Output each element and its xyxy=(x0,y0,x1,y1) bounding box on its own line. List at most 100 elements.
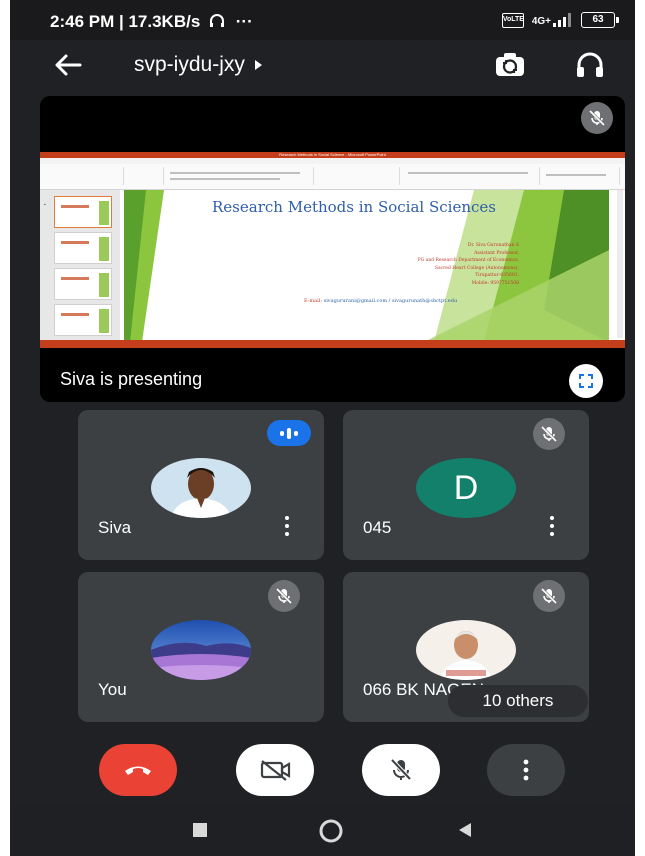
mic-off-icon xyxy=(588,109,606,127)
email-label: E-mail: xyxy=(304,298,323,304)
camera-switch-icon xyxy=(496,53,524,76)
slide-title: Research Methods in Social Sciences xyxy=(212,198,496,216)
ribbon-controls xyxy=(546,174,606,176)
mic-off-icon xyxy=(275,587,293,605)
mic-toggle-button[interactable] xyxy=(362,744,440,796)
ribbon-group xyxy=(540,167,620,185)
author-line: PG and Research Department of Economics, xyxy=(417,258,519,264)
participant-mic-status xyxy=(533,580,565,612)
end-call-button[interactable] xyxy=(99,744,177,796)
menu-dot xyxy=(285,524,289,528)
ribbon-controls xyxy=(170,172,300,174)
square-icon xyxy=(193,823,207,837)
author-line: Dr. Siva Gurunathan S xyxy=(467,243,519,248)
presenter-mic-status xyxy=(581,102,613,134)
others-button[interactable]: 10 others xyxy=(448,685,588,717)
phone-hangup-icon xyxy=(125,766,151,775)
avatar xyxy=(151,458,251,518)
slide-thumbnail xyxy=(54,268,112,300)
mic-off-icon xyxy=(540,587,558,605)
ribbon-group xyxy=(400,167,540,185)
meeting-code[interactable]: svp-iydu-jxy xyxy=(134,53,262,77)
thumb-text xyxy=(61,205,89,208)
meeting-code-text: svp-iydu-jxy xyxy=(134,53,245,76)
participant-name: Siva xyxy=(98,518,132,537)
menu-dot xyxy=(550,532,554,536)
fullscreen-icon xyxy=(579,374,593,388)
slide-thumbnail xyxy=(54,304,112,336)
ribbon-group xyxy=(314,167,400,185)
slide-thumbnails: ▪ xyxy=(40,190,120,340)
nav-back-button[interactable] xyxy=(455,820,475,845)
back-button[interactable] xyxy=(50,50,86,80)
mic-off-icon xyxy=(390,758,412,781)
more-vertical-icon xyxy=(523,759,529,781)
avatar-photo xyxy=(416,620,516,680)
meeting-header: svp-iydu-jxy xyxy=(10,40,635,90)
thumb-accent xyxy=(99,201,109,225)
system-nav-bar xyxy=(10,806,635,856)
headphones-icon xyxy=(577,52,603,77)
slide-scrollbar xyxy=(617,190,623,338)
signal-icon: 4G+ xyxy=(532,13,573,27)
avatar xyxy=(416,620,516,680)
slide-author-block: Dr. Siva Gurunathan S Assistant Professo… xyxy=(418,242,519,288)
nav-recents-button[interactable] xyxy=(190,820,210,845)
thumb-marker: ▪ xyxy=(44,202,46,208)
menu-dot xyxy=(550,516,554,520)
thumb-text xyxy=(61,313,89,316)
camera-toggle-button[interactable] xyxy=(236,744,314,796)
speaking-bar xyxy=(294,430,298,436)
volte-icon: VoLTE xyxy=(501,12,524,28)
participant-tile-siva[interactable]: Siva xyxy=(78,410,324,560)
signal-bars-icon xyxy=(553,13,571,27)
ribbon-group xyxy=(164,167,314,185)
menu-dot xyxy=(285,532,289,536)
participant-name: 045 xyxy=(363,518,392,537)
ribbon-group xyxy=(124,167,164,185)
network-type: 4G+ xyxy=(531,16,551,27)
fullscreen-button[interactable] xyxy=(569,364,603,398)
participant-menu-button[interactable] xyxy=(547,516,557,536)
status-bar: 2:46 PM | 17.3KB/s ··· VoLTE 4G+ 63 xyxy=(10,0,635,40)
thumb-text xyxy=(61,241,89,244)
thumb-accent xyxy=(99,273,109,297)
author-line: Assistant Professor, xyxy=(474,250,519,256)
status-time: 2:46 PM | 17.3KB/s ··· xyxy=(50,12,253,32)
participant-mic-status xyxy=(533,418,565,450)
presentation-tile[interactable]: Research Methods in Social Science - Mic… xyxy=(40,96,625,402)
headphones-status-icon xyxy=(210,14,225,27)
thumb-text xyxy=(61,277,89,280)
slide-thumbnail xyxy=(54,196,112,228)
participant-mic-status xyxy=(268,580,300,612)
speaking-bar xyxy=(280,430,284,436)
thumb-accent xyxy=(99,309,109,333)
participant-menu-button[interactable] xyxy=(282,516,292,536)
thumb-accent xyxy=(99,237,109,261)
participant-tile-you[interactable]: You xyxy=(78,572,324,722)
more-options-button[interactable] xyxy=(487,744,565,796)
battery-icon: 63 xyxy=(581,12,619,28)
shared-screen: Research Methods in Social Science - Mic… xyxy=(40,152,625,348)
avatar-landscape xyxy=(151,620,251,680)
speaking-indicator xyxy=(267,420,311,446)
video-off-icon xyxy=(260,760,291,781)
switch-camera-button[interactable] xyxy=(493,50,527,80)
ribbon-controls xyxy=(408,172,528,174)
ribbon-group xyxy=(80,167,124,185)
author-line: Tirupattur-635601. xyxy=(475,273,519,279)
nav-home-button[interactable] xyxy=(318,818,344,849)
participant-tile-045[interactable]: D 045 xyxy=(343,410,589,560)
menu-dot xyxy=(550,524,554,528)
status-indicators: VoLTE 4G+ 63 xyxy=(501,12,619,28)
menu-dot xyxy=(285,516,289,520)
audio-output-button[interactable] xyxy=(573,50,607,80)
current-slide: Research Methods in Social Sciences Dr. … xyxy=(124,190,609,342)
slide-email: E-mail: sivagururani@gmail.com / sivagur… xyxy=(304,298,457,304)
meet-screen: 2:46 PM | 17.3KB/s ··· VoLTE 4G+ 63 svp-… xyxy=(10,0,635,856)
participant-name: You xyxy=(98,680,127,699)
avatar xyxy=(151,620,251,680)
mic-off-icon xyxy=(540,425,558,443)
arrow-left-icon xyxy=(55,54,82,76)
circle-icon xyxy=(319,819,343,843)
